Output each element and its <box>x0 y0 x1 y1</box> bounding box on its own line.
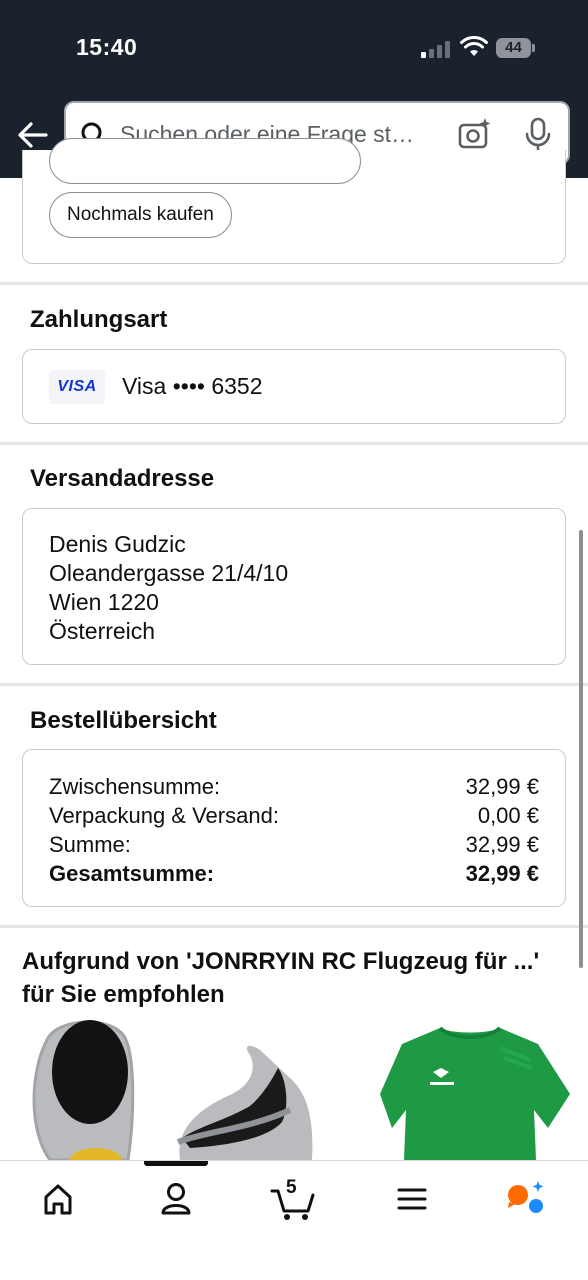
recommendations-title: Aufgrund von 'JONRRYIN RC Flugzeug für .… <box>22 948 540 1008</box>
scrollbar[interactable] <box>579 530 583 968</box>
section-divider <box>0 925 588 928</box>
subtotal-value: 32,99 € <box>465 774 539 799</box>
product-images <box>32 1020 570 1160</box>
shipping-label: Verpackung & Versand: <box>49 803 279 828</box>
total-label: Gesamtsumme: <box>49 861 215 886</box>
address-street: Oleandergasse 21/4/10 <box>49 560 289 586</box>
summary-title: Bestellübersicht <box>30 707 217 734</box>
shipping-value: 0,00 € <box>477 803 539 828</box>
recommended-products <box>0 1010 588 1160</box>
bottom-navigation: 5 <box>0 1160 588 1280</box>
cellular-signal-icon <box>421 40 451 58</box>
battery-icon: 44 <box>496 38 536 58</box>
microphone-icon[interactable] <box>524 117 552 153</box>
visa-logo: VISA <box>49 370 105 404</box>
cart-count: 5 <box>286 1177 297 1198</box>
green-shirt-product-image[interactable] <box>380 1026 570 1160</box>
card-text: Visa •••• 6352 <box>122 373 263 399</box>
active-tab-indicator <box>144 1161 208 1166</box>
knit-shoes-product-image[interactable] <box>32 1020 313 1160</box>
home-icon[interactable] <box>28 1175 88 1223</box>
order-actions-card: Nochmals kaufen <box>22 138 566 264</box>
sum-value: 32,99 € <box>465 832 539 857</box>
address-name: Denis Gudzic <box>49 531 186 557</box>
shipping-title: Versandadresse <box>30 465 215 492</box>
payment-card[interactable]: VISA Visa •••• 6352 <box>22 349 566 424</box>
section-divider <box>0 442 588 445</box>
buy-again-button[interactable]: Nochmals kaufen <box>49 192 232 238</box>
address-country: Österreich <box>49 618 156 644</box>
wifi-icon <box>460 36 488 56</box>
menu-icon[interactable] <box>382 1175 442 1223</box>
camera-search-icon[interactable] <box>458 117 492 151</box>
order-summary-card: Zwischensumme: 32,99 € Verpackung & Vers… <box>22 749 566 907</box>
back-arrow-icon[interactable] <box>14 116 52 154</box>
shipping-address-card: Denis Gudzic Oleandergasse 21/4/10 Wien … <box>22 508 566 665</box>
battery-level: 44 <box>505 39 522 56</box>
total-value: 32,99 € <box>465 861 539 886</box>
cut-off-action-button[interactable] <box>49 138 361 184</box>
cart-button[interactable]: 5 <box>264 1175 324 1223</box>
section-divider <box>0 282 588 285</box>
sum-label: Summe: <box>49 832 131 857</box>
address-city: Wien 1220 <box>49 589 159 615</box>
subtotal-label: Zwischensumme: <box>49 774 221 799</box>
payment-title: Zahlungsart <box>30 306 168 333</box>
status-time: 15:40 <box>76 34 138 60</box>
account-icon[interactable] <box>146 1175 206 1223</box>
ai-assistant-icon[interactable] <box>496 1175 556 1223</box>
section-divider <box>0 683 588 686</box>
